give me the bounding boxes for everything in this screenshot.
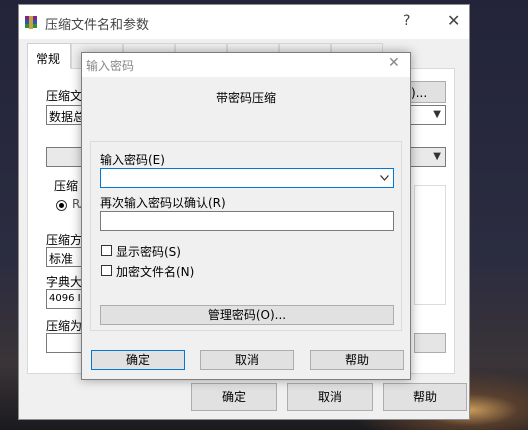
format-radio[interactable] <box>56 200 67 211</box>
close-icon[interactable]: ✕ <box>388 55 400 71</box>
manage-passwords-button[interactable]: 管理密码(O)... <box>100 305 394 325</box>
help-icon[interactable]: ? <box>403 13 410 29</box>
options-button[interactable] <box>414 333 446 353</box>
encrypt-filenames-checkbox[interactable] <box>101 265 112 276</box>
password-title-bar: 输入密码 ✕ <box>82 53 410 77</box>
main-help-label: 帮助 <box>412 390 437 404</box>
split-combo[interactable] <box>46 333 86 353</box>
main-title-bar: 压缩文件名和参数 ? ✕ <box>19 5 469 39</box>
password-combo[interactable] <box>100 168 394 188</box>
main-cancel-label: 取消 <box>317 390 342 404</box>
confirm-password-input[interactable] <box>100 211 394 231</box>
password-heading: 带密码压缩 <box>215 91 276 105</box>
password-dialog-title: 输入密码 <box>86 59 135 73</box>
show-password-label: 显示密码(S) <box>116 245 181 259</box>
method-combo[interactable]: 标准 <box>46 247 86 267</box>
archive-name-value: 数据总 <box>49 110 86 124</box>
format-group-label: 压缩 <box>54 179 79 193</box>
main-cancel-button[interactable]: 取消 <box>287 383 373 411</box>
dictionary-combo[interactable]: 4096 I <box>46 289 86 309</box>
chevron-down-icon[interactable] <box>380 175 389 181</box>
method-value: 标准 <box>49 252 74 266</box>
main-ok-label: 确定 <box>221 390 246 404</box>
main-help-button[interactable]: 帮助 <box>383 383 467 411</box>
main-window-title: 压缩文件名和参数 <box>45 18 150 33</box>
password-help-label: 帮助 <box>344 353 369 367</box>
main-ok-button[interactable]: 确定 <box>191 383 277 411</box>
chevron-down-icon: ▼ <box>433 109 441 120</box>
dictionary-value: 4096 I <box>49 293 81 304</box>
options-group-edge <box>414 185 446 305</box>
encrypt-filenames-label: 加密文件名(N) <box>116 265 195 279</box>
tab-general-label: 常规 <box>36 52 61 66</box>
password-label: 输入密码(E) <box>100 153 165 167</box>
password-ok-label: 确定 <box>125 353 150 367</box>
password-cancel-label: 取消 <box>234 353 259 367</box>
chevron-down-icon: ▼ <box>433 151 441 162</box>
password-help-button[interactable]: 帮助 <box>310 350 404 370</box>
show-password-checkbox[interactable] <box>101 245 112 256</box>
close-icon[interactable]: ✕ <box>447 11 460 30</box>
password-cancel-button[interactable]: 取消 <box>200 350 294 370</box>
archive-name-label: 压缩文 <box>46 89 83 103</box>
method-label: 压缩方 <box>46 233 83 247</box>
manage-passwords-label: 管理密码(O)... <box>207 308 287 322</box>
split-label: 压缩为 <box>46 319 83 333</box>
confirm-password-label: 再次输入密码以确认(R) <box>100 196 226 210</box>
password-dialog: 输入密码 ✕ 带密码压缩 输入密码(E) 再次输入密码以确认(R) 显示密码(S… <box>81 52 411 380</box>
tab-general[interactable]: 常规 <box>27 43 71 69</box>
password-ok-button[interactable]: 确定 <box>91 350 185 370</box>
winrar-icon <box>25 16 37 29</box>
dictionary-label: 字典大 <box>46 275 83 289</box>
